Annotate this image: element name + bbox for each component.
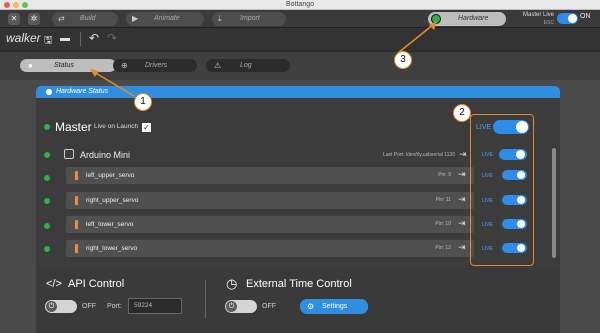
annotation-callout-1: 1 (134, 93, 152, 111)
annotation-arrows (90, 21, 437, 97)
annotation-arrowhead-1 (90, 69, 99, 77)
app-window: Bottango ✕ ✲ ⇄ Build ▶ Animate ⤓ Import … (0, 0, 600, 333)
annotation-arrow-1 (93, 71, 135, 97)
annotation-callout-3: 3 (394, 51, 412, 69)
annotation-arrow-3 (397, 23, 435, 54)
annotation-arrowhead-3 (429, 21, 437, 30)
annotation-callout-2: 2 (453, 104, 471, 122)
